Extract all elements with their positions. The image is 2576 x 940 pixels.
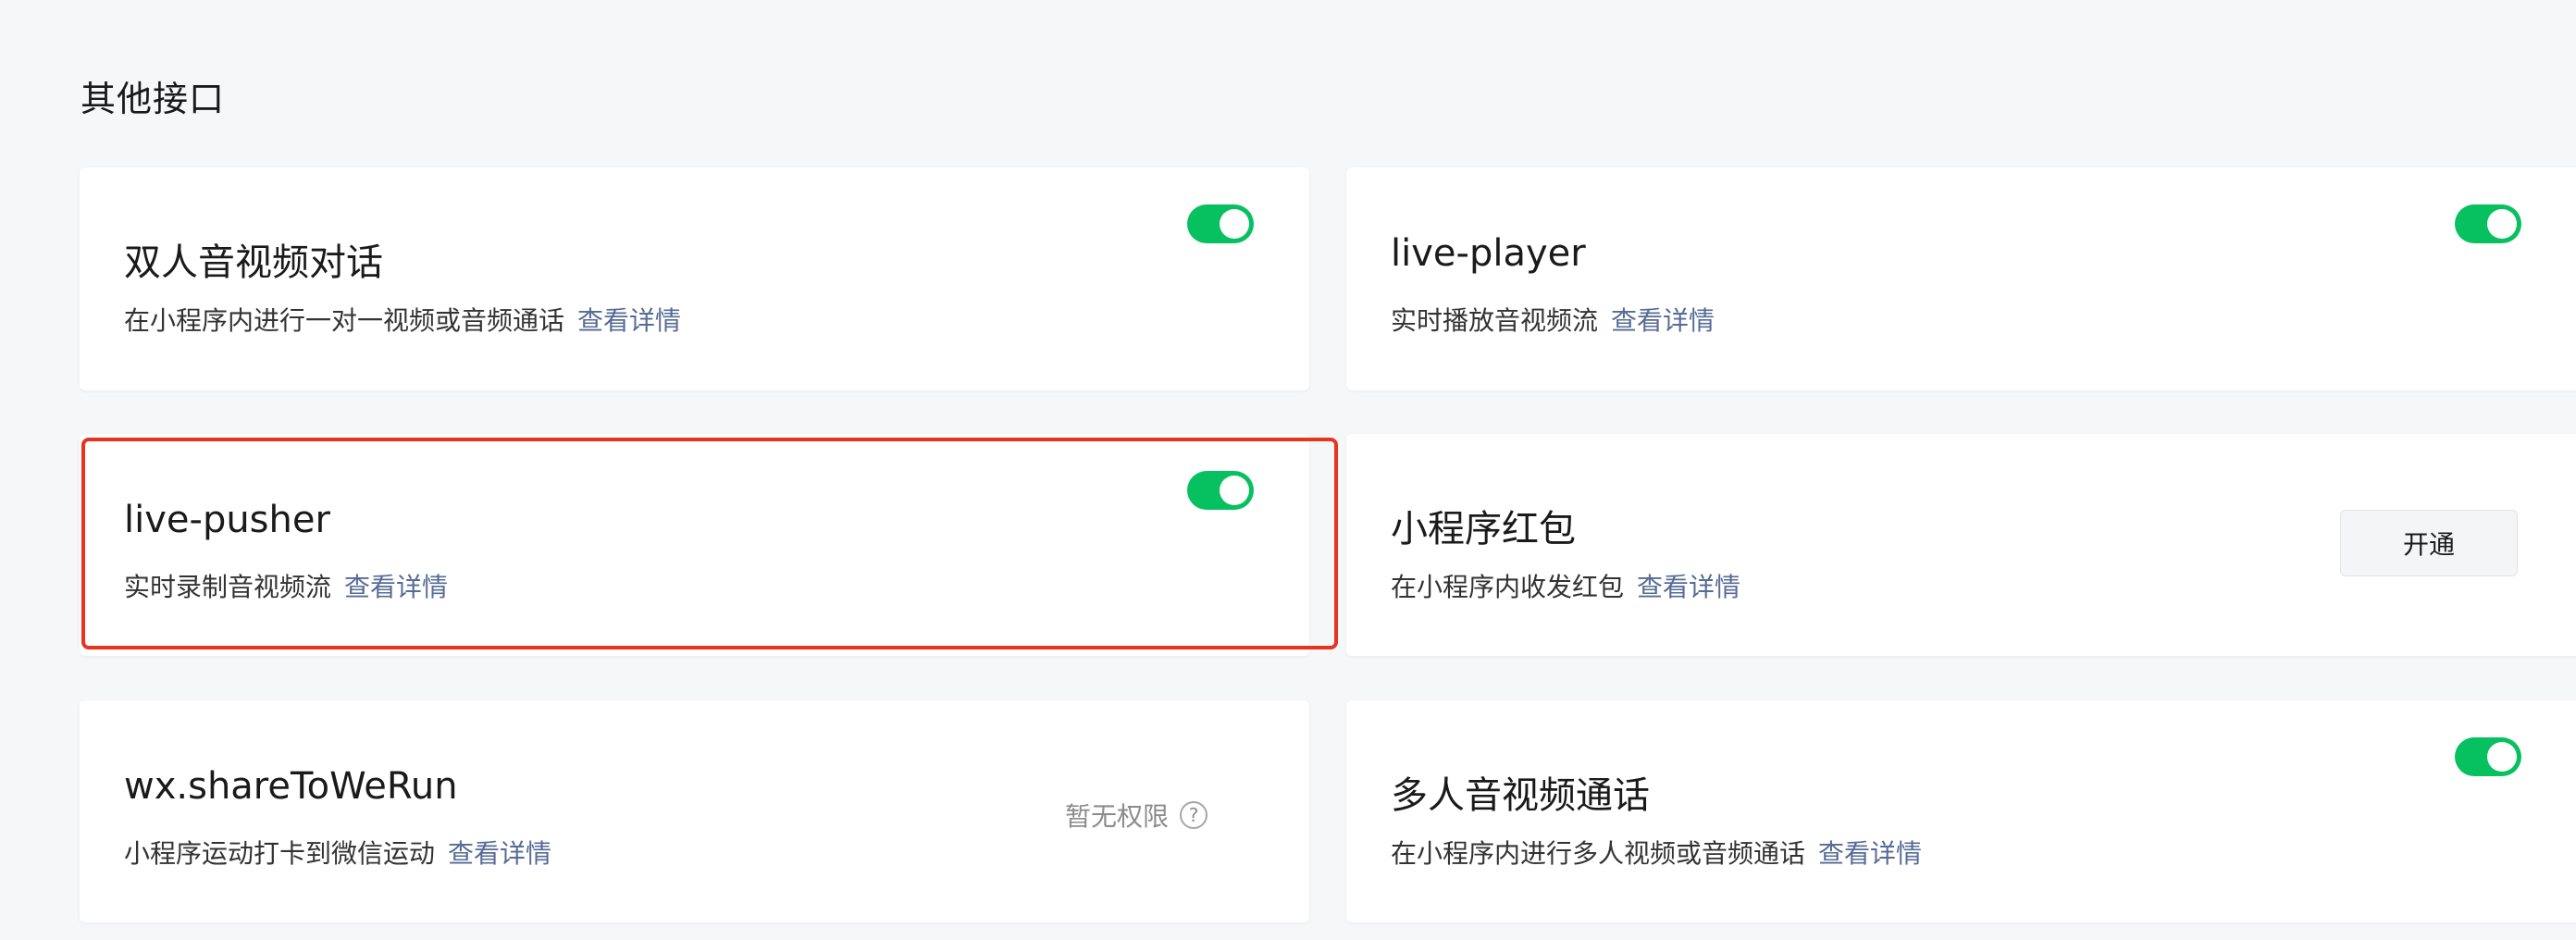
api-card-share-to-werun: wx.shareToWeRun 小程序运动打卡到微信运动 查看详情 暂无权限 ?: [80, 700, 1309, 922]
card-description: 实时播放音视频流 查看详情: [1391, 301, 1715, 338]
toggle-knob: [2487, 209, 2517, 239]
card-description-text: 在小程序内进行多人视频或音频通话: [1391, 838, 1806, 869]
card-description: 在小程序内进行一对一视频或音频通话 查看详情: [124, 301, 681, 338]
view-details-link[interactable]: 查看详情: [1637, 572, 1740, 602]
enable-toggle[interactable]: [2455, 737, 2521, 776]
card-description: 实时录制音视频流 查看详情: [124, 567, 448, 604]
card-title: 小程序红包: [1391, 508, 1576, 550]
view-details-link[interactable]: 查看详情: [577, 305, 681, 336]
card-title: 双人音视频对话: [124, 241, 383, 284]
card-description-text: 实时录制音视频流: [124, 572, 332, 602]
view-details-link[interactable]: 查看详情: [344, 572, 448, 602]
card-title: live-player: [1391, 232, 1586, 275]
card-description-text: 在小程序内进行一对一视频或音频通话: [124, 305, 565, 336]
enable-toggle[interactable]: [1187, 471, 1254, 510]
enable-toggle[interactable]: [2455, 204, 2521, 243]
card-description: 小程序运动打卡到微信运动 查看详情: [124, 834, 551, 871]
no-permission-status: 暂无权限 ?: [1065, 797, 1208, 834]
question-circle-icon[interactable]: ?: [1180, 801, 1208, 829]
card-title: wx.shareToWeRun: [124, 765, 458, 808]
toggle-knob: [1220, 209, 1249, 239]
card-title: live-pusher: [124, 499, 330, 541]
api-card-red-packet: 小程序红包 在小程序内收发红包 查看详情 开通: [1346, 434, 2576, 656]
no-permission-text: 暂无权限: [1065, 801, 1170, 832]
section-title: 其他接口: [80, 79, 226, 119]
card-description-text: 小程序运动打卡到微信运动: [124, 838, 436, 869]
card-description: 在小程序内收发红包 查看详情: [1391, 567, 1740, 604]
enable-toggle[interactable]: [1187, 204, 1254, 243]
card-description-text: 实时播放音视频流: [1391, 305, 1599, 336]
other-apis-page: 其他接口 双人音视频对话 在小程序内进行一对一视频或音频通话 查看详情 live-…: [0, 0, 2576, 940]
toggle-knob: [1220, 476, 1249, 505]
card-title: 多人音视频通话: [1391, 774, 1650, 817]
card-description-text: 在小程序内收发红包: [1391, 572, 1625, 602]
api-card-video-call: 双人音视频对话 在小程序内进行一对一视频或音频通话 查看详情: [80, 167, 1309, 390]
toggle-knob: [2487, 742, 2517, 772]
view-details-link[interactable]: 查看详情: [448, 838, 551, 869]
api-card-multi-video-call: 多人音视频通话 在小程序内进行多人视频或音频通话 查看详情: [1346, 700, 2576, 922]
api-card-live-player: live-player 实时播放音视频流 查看详情: [1346, 167, 2576, 390]
view-details-link[interactable]: 查看详情: [1611, 305, 1715, 336]
view-details-link[interactable]: 查看详情: [1818, 838, 1922, 869]
activate-button[interactable]: 开通: [2340, 510, 2518, 576]
card-description: 在小程序内进行多人视频或音频通话 查看详情: [1391, 834, 1922, 871]
api-card-live-pusher: live-pusher 实时录制音视频流 查看详情: [80, 434, 1309, 656]
